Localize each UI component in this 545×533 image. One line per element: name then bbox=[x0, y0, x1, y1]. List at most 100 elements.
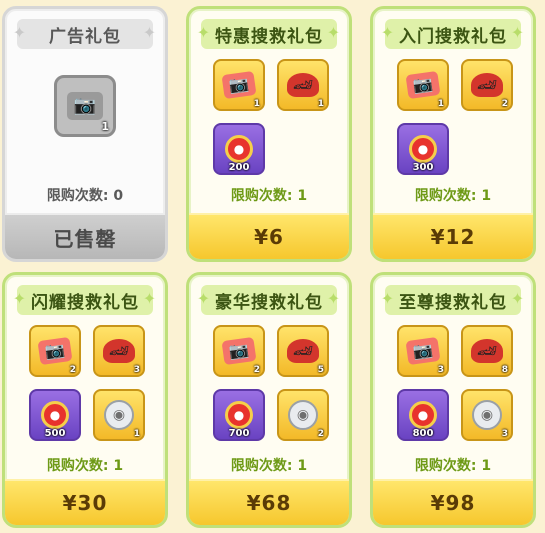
reward-items: 📷 1 🏎 2 ● 300 bbox=[397, 59, 513, 175]
purchase-limit-value: 1 bbox=[297, 458, 308, 474]
reward-item[interactable]: ◉ 2 bbox=[277, 389, 329, 441]
drone-robot-icon: ◉ bbox=[104, 400, 134, 430]
sparkle-icon: ✦ bbox=[326, 289, 342, 308]
race-car-icon: 🏎 bbox=[103, 339, 135, 363]
sparkle-icon: ✦ bbox=[380, 289, 396, 308]
item-quantity: 200 bbox=[228, 162, 250, 173]
item-quantity: 300 bbox=[412, 162, 434, 173]
apple-coin-icon: ● bbox=[41, 401, 69, 429]
item-quantity: 800 bbox=[412, 428, 434, 439]
purchase-limit-value: 0 bbox=[113, 188, 124, 204]
reward-item[interactable]: 🏎 5 bbox=[277, 325, 329, 377]
item-quantity: 3 bbox=[437, 365, 444, 375]
reward-item[interactable]: 📷 1 bbox=[397, 59, 449, 111]
reward-item[interactable]: 🏎 2 bbox=[461, 59, 513, 111]
gift-pack-card-special[interactable]: ✦ 特惠搜救礼包 ✦ 📷 1 🏎 1 ● 200 限购次数: 1 ¥6 bbox=[186, 6, 352, 262]
sparkle-icon: ✦ bbox=[326, 23, 342, 42]
pack-title-ribbon: ✦ 特惠搜救礼包 ✦ bbox=[197, 19, 340, 49]
sparkle-icon: ✦ bbox=[510, 289, 526, 308]
camera-card-icon: 📷 bbox=[221, 336, 257, 366]
race-car-icon: 🏎 bbox=[287, 339, 319, 363]
purchase-limit-label: 限购次数: bbox=[230, 458, 293, 474]
purchase-limit-label: 限购次数: bbox=[46, 188, 109, 204]
pack-title-ribbon: ✦ 广告礼包 ✦ bbox=[13, 19, 156, 49]
pack-title: 广告礼包 bbox=[49, 26, 121, 47]
sold-out-button: 已售罄 bbox=[5, 213, 165, 259]
reward-item[interactable]: 📷 2 bbox=[29, 325, 81, 377]
pack-title: 特惠搜救礼包 bbox=[215, 26, 323, 47]
item-quantity: 2 bbox=[253, 365, 260, 375]
purchase-limit-label: 限购次数: bbox=[414, 458, 477, 474]
sparkle-icon: ✦ bbox=[142, 289, 158, 308]
pack-title-ribbon: ✦ 豪华搜救礼包 ✦ bbox=[197, 285, 340, 315]
gift-pack-card-deluxe[interactable]: ✦ 豪华搜救礼包 ✦ 📷 2 🏎 5 ● 700 ◉ 2 限购次数: 1 ¥68 bbox=[186, 272, 352, 528]
purchase-limit-label: 限购次数: bbox=[46, 458, 109, 474]
purchase-limit: 限购次数: 1 bbox=[373, 455, 533, 475]
gift-pack-card-ad[interactable]: ✦ 广告礼包 ✦ 📷 1 限购次数: 0 已售罄 bbox=[2, 6, 168, 262]
item-quantity: 2 bbox=[317, 429, 324, 439]
item-quantity: 1 bbox=[253, 99, 260, 109]
reward-items: 📷 2 🏎 5 ● 700 ◉ 2 bbox=[213, 325, 329, 441]
reward-item[interactable]: 📷 1 bbox=[54, 75, 116, 137]
apple-coin-icon: ● bbox=[225, 135, 253, 163]
sparkle-icon: ✦ bbox=[12, 23, 28, 42]
item-quantity: 3 bbox=[501, 429, 508, 439]
buy-button[interactable]: ¥98 bbox=[373, 479, 533, 525]
drone-robot-icon: ◉ bbox=[472, 400, 502, 430]
apple-coin-icon: ● bbox=[409, 135, 437, 163]
drone-robot-icon: ◉ bbox=[288, 400, 318, 430]
reward-item[interactable]: 📷 1 bbox=[213, 59, 265, 111]
purchase-limit: 限购次数: 0 bbox=[5, 185, 165, 205]
item-quantity: 2 bbox=[69, 365, 76, 375]
reward-item[interactable]: ● 500 bbox=[29, 389, 81, 441]
pack-title: 至尊搜救礼包 bbox=[399, 292, 507, 313]
pack-title: 入门搜救礼包 bbox=[399, 26, 507, 47]
pack-title: 豪华搜救礼包 bbox=[215, 292, 323, 313]
item-quantity: 5 bbox=[317, 365, 324, 375]
sparkle-icon: ✦ bbox=[142, 23, 158, 42]
purchase-limit-label: 限购次数: bbox=[230, 188, 293, 204]
purchase-limit: 限购次数: 1 bbox=[373, 185, 533, 205]
gift-pack-card-shine[interactable]: ✦ 闪耀搜救礼包 ✦ 📷 2 🏎 3 ● 500 ◉ 1 限购次数: 1 ¥30 bbox=[2, 272, 168, 528]
reward-items: 📷 2 🏎 3 ● 500 ◉ 1 bbox=[29, 325, 145, 441]
reward-item[interactable]: 📷 2 bbox=[213, 325, 265, 377]
reward-item[interactable]: 🏎 3 bbox=[93, 325, 145, 377]
reward-item[interactable]: ● 200 bbox=[213, 123, 265, 175]
reward-item[interactable]: 📷 3 bbox=[397, 325, 449, 377]
race-car-icon: 🏎 bbox=[287, 73, 319, 97]
purchase-limit-value: 1 bbox=[481, 188, 492, 204]
item-quantity: 1 bbox=[437, 99, 444, 109]
reward-item[interactable]: ◉ 1 bbox=[93, 389, 145, 441]
pack-title-ribbon: ✦ 入门搜救礼包 ✦ bbox=[381, 19, 524, 49]
reward-item[interactable]: 🏎 8 bbox=[461, 325, 513, 377]
reward-item[interactable]: ● 700 bbox=[213, 389, 265, 441]
pack-title: 闪耀搜救礼包 bbox=[31, 292, 139, 313]
reward-item[interactable]: 🏎 1 bbox=[277, 59, 329, 111]
pack-title-ribbon: ✦ 闪耀搜救礼包 ✦ bbox=[13, 285, 156, 315]
reward-item[interactable]: ● 800 bbox=[397, 389, 449, 441]
buy-button[interactable]: ¥6 bbox=[189, 213, 349, 259]
camera-card-gray-icon: 📷 bbox=[67, 92, 103, 120]
purchase-limit-value: 1 bbox=[113, 458, 124, 474]
reward-item[interactable]: ◉ 3 bbox=[461, 389, 513, 441]
sparkle-icon: ✦ bbox=[196, 289, 212, 308]
race-car-icon: 🏎 bbox=[471, 339, 503, 363]
apple-coin-icon: ● bbox=[409, 401, 437, 429]
camera-card-icon: 📷 bbox=[37, 336, 73, 366]
gift-pack-card-supreme[interactable]: ✦ 至尊搜救礼包 ✦ 📷 3 🏎 8 ● 800 ◉ 3 限购次数: 1 ¥98 bbox=[370, 272, 536, 528]
camera-card-icon: 📷 bbox=[221, 70, 257, 100]
purchase-limit: 限购次数: 1 bbox=[189, 185, 349, 205]
buy-button[interactable]: ¥68 bbox=[189, 479, 349, 525]
buy-button[interactable]: ¥30 bbox=[5, 479, 165, 525]
item-quantity: 2 bbox=[501, 99, 508, 109]
reward-item[interactable]: ● 300 bbox=[397, 123, 449, 175]
purchase-limit-value: 1 bbox=[297, 188, 308, 204]
gift-pack-card-starter[interactable]: ✦ 入门搜救礼包 ✦ 📷 1 🏎 2 ● 300 限购次数: 1 ¥12 bbox=[370, 6, 536, 262]
buy-button[interactable]: ¥12 bbox=[373, 213, 533, 259]
purchase-limit-value: 1 bbox=[481, 458, 492, 474]
camera-card-icon: 📷 bbox=[405, 336, 441, 366]
sparkle-icon: ✦ bbox=[196, 23, 212, 42]
item-quantity: 1 bbox=[317, 99, 324, 109]
sparkle-icon: ✦ bbox=[12, 289, 28, 308]
item-quantity: 3 bbox=[133, 365, 140, 375]
